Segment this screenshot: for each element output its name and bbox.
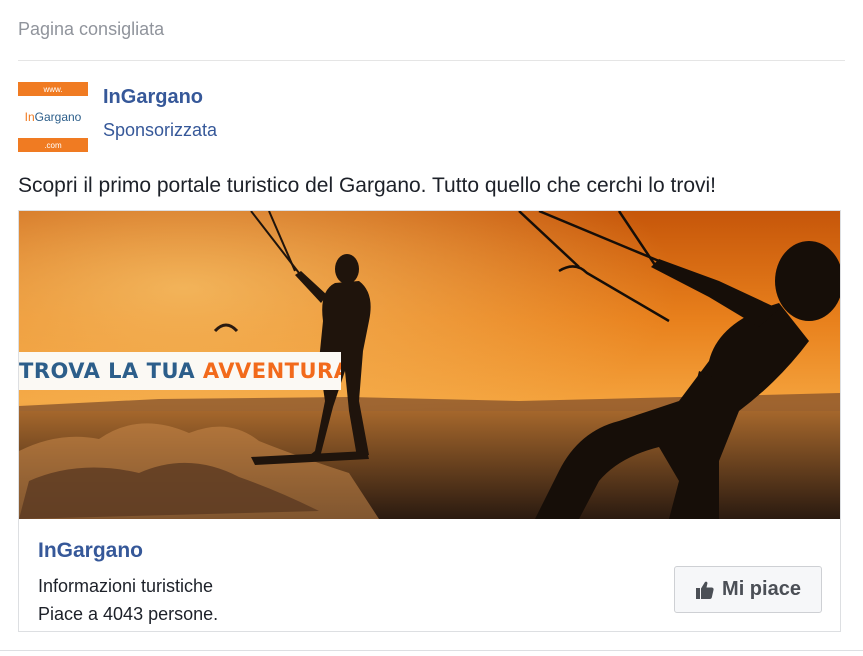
card-category: Informazioni turistiche: [38, 576, 214, 596]
banner-text-trova: TROVA LA TUA: [19, 359, 196, 383]
card-title-link[interactable]: InGargano: [38, 539, 143, 563]
logo-brand-rest: Gargano: [35, 110, 82, 124]
card-likes-count: Piace a 4043 persone.: [38, 604, 219, 624]
thumbs-up-icon: [695, 580, 715, 600]
ad-banner: TROVA LA TUA AVVENTURA: [19, 352, 341, 390]
page-logo[interactable]: www. InGargano .com: [18, 82, 88, 152]
page-name-link[interactable]: InGargano: [103, 86, 203, 109]
divider: [18, 60, 845, 61]
post-text: Scopri il primo portale turistico del Ga…: [18, 174, 716, 197]
logo-top-text: www.: [42, 85, 62, 94]
logo-bottom-text: .com: [44, 141, 62, 150]
logo-brand-prefix: In: [25, 110, 35, 124]
like-button[interactable]: Mi piace: [674, 566, 822, 613]
like-button-label: Mi piace: [722, 578, 801, 600]
ad-card[interactable]: TROVA LA TUA AVVENTURA InGargano Informa…: [18, 210, 841, 632]
svg-text:InGargano: InGargano: [25, 110, 82, 124]
sponsored-label[interactable]: Sponsorizzata: [103, 120, 217, 141]
bottom-divider: [0, 650, 863, 651]
card-footer: InGargano Informazioni turistiche Piace …: [19, 519, 840, 631]
section-label: Pagina consigliata: [18, 19, 165, 39]
banner-text-avventura: AVVENTURA: [202, 359, 341, 383]
